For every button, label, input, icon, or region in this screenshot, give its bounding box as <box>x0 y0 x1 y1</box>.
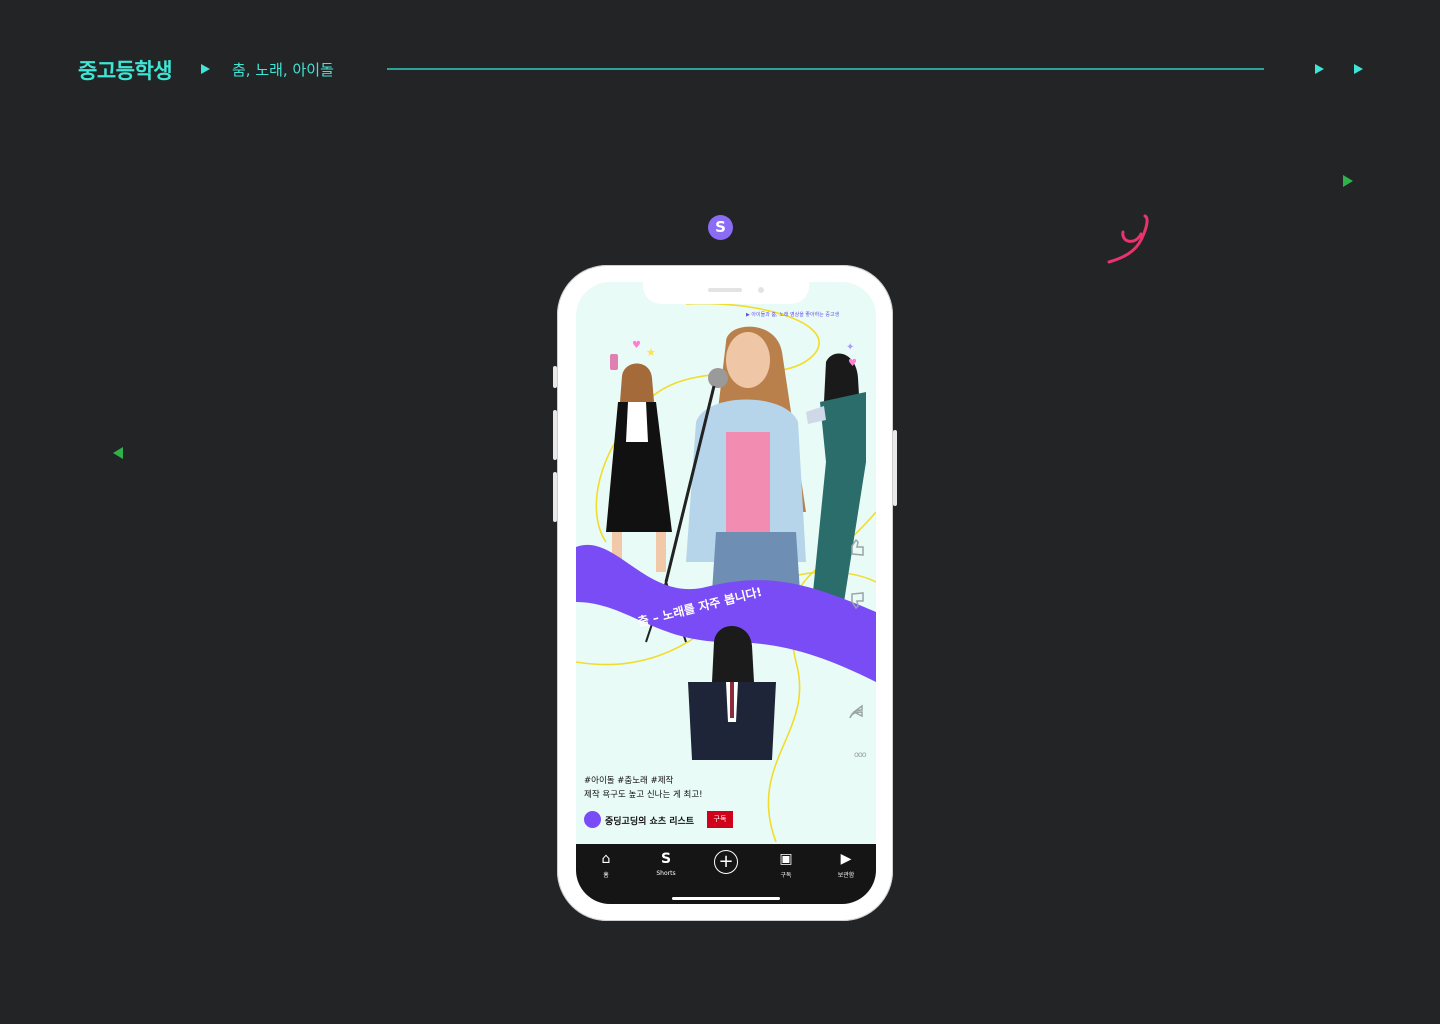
decor-triangle-left <box>113 447 123 459</box>
phone-side-button <box>553 472 557 522</box>
subscriptions-icon: ▣ <box>779 851 793 867</box>
next-arrow-icon[interactable] <box>1315 64 1324 74</box>
heart-icon: ♥ <box>632 340 641 351</box>
girl-selfie-figure <box>606 354 672 572</box>
shorts-screen: ♥ ★ ♥ ✦ ▶ 아이돌과 춤, 노래 영상을 좋아하는 중고생 춤 – 노래… <box>576 282 876 904</box>
phone-side-button <box>553 410 557 460</box>
create-plus-icon: + <box>714 850 738 874</box>
play-arrow-icon <box>201 64 210 74</box>
student-thinking-figure <box>688 625 776 760</box>
phone-notch <box>643 282 809 304</box>
hashtags[interactable]: #아이돌 #춤노래 #제작 <box>584 774 673 786</box>
star-icon: ★ <box>646 346 656 359</box>
subscribe-button[interactable]: 구독 <box>707 811 733 828</box>
page-title: 중고등학생 <box>78 59 173 83</box>
shorts-icon: S <box>660 851 672 867</box>
library-icon: ▶ <box>840 851 852 867</box>
next-arrow-icon[interactable] <box>1354 64 1363 74</box>
channel-name[interactable]: 중딩고딩의 쇼츠 리스트 <box>605 814 694 827</box>
shorts-badge: S <box>708 215 733 240</box>
more-icon[interactable]: ooo <box>854 750 867 759</box>
phone-side-button <box>553 366 557 388</box>
bottom-nav: ⌂ 홈 S Shorts + ▣ 구독 ▶ 보관함 <box>576 844 876 904</box>
phone-speaker <box>708 288 742 292</box>
home-indicator <box>672 897 780 900</box>
page-subtitle: 춤, 노래, 아이돌 <box>232 61 334 79</box>
video-description: 제작 욕구도 높고 신나는 게 최고! <box>584 790 703 800</box>
girl-dancing-figure <box>806 353 866 602</box>
phone-side-button <box>893 430 897 506</box>
shorts-top-text: ▶ 아이돌과 춤, 노래 영상을 좋아하는 중고생 <box>746 312 840 318</box>
nav-item-subscriptions[interactable]: ▣ 구독 <box>766 850 806 879</box>
pink-squiggle-icon <box>1107 214 1149 264</box>
nav-item-create[interactable]: + <box>706 850 746 874</box>
avatar[interactable] <box>584 811 601 828</box>
header-divider <box>387 68 1264 70</box>
decor-triangle-right <box>1343 175 1353 187</box>
nav-item-home[interactable]: ⌂ 홈 <box>586 850 626 879</box>
heart-icon: ♥ <box>848 358 857 369</box>
nav-item-library[interactable]: ▶ 보관함 <box>826 850 866 879</box>
sparkle-icon: ✦ <box>846 342 854 353</box>
phone-camera <box>758 287 764 293</box>
nav-item-shorts[interactable]: S Shorts <box>646 850 686 877</box>
home-icon: ⌂ <box>601 851 611 867</box>
